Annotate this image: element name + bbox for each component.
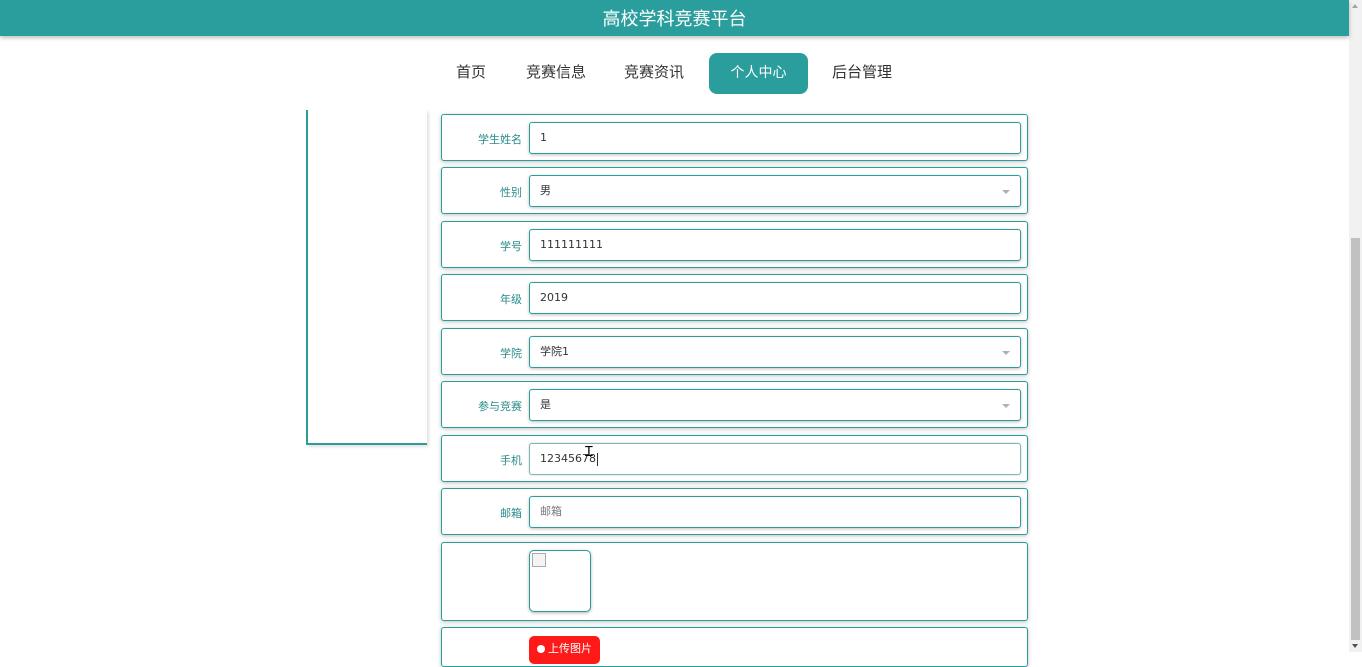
nav-competition-info[interactable]: 竞赛信息 (520, 53, 592, 94)
grade-input[interactable]: 2019 (529, 282, 1021, 314)
grade-label: 年级 (500, 293, 522, 306)
avatar-image[interactable] (529, 550, 591, 612)
vertical-scrollbar[interactable] (1349, 0, 1362, 652)
nav-admin[interactable]: 后台管理 (826, 53, 898, 94)
college-label: 学院 (500, 347, 522, 360)
participate-value: 是 (540, 398, 551, 411)
text-cursor (597, 452, 598, 466)
chevron-down-icon (1002, 404, 1010, 408)
row-email: 邮箱 邮箱 (441, 488, 1028, 535)
student-name-label: 学生姓名 (478, 133, 522, 146)
phone-input[interactable]: 12345678 (529, 443, 1021, 475)
row-image (441, 542, 1028, 621)
student-name-value: 1 (540, 131, 547, 144)
student-id-value: 111111111 (540, 238, 603, 251)
college-select[interactable]: 学院1 (529, 336, 1021, 368)
row-gender: 性别 男 (441, 167, 1028, 214)
app-title: 高校学科竞赛平台 (602, 9, 747, 30)
chevron-down-icon (1002, 190, 1010, 194)
row-upload: 上传图片 (441, 627, 1028, 667)
row-college: 学院 学院1 (441, 328, 1028, 375)
college-value: 学院1 (540, 345, 569, 358)
row-student-id: 学号 111111111 (441, 221, 1028, 268)
scroll-up-icon[interactable] (1352, 4, 1358, 8)
chevron-down-icon (1002, 351, 1010, 355)
nav-competition-news[interactable]: 竞赛资讯 (617, 53, 691, 94)
student-id-input[interactable]: 111111111 (529, 229, 1021, 261)
participate-select[interactable]: 是 (529, 389, 1021, 421)
student-id-label: 学号 (500, 240, 522, 253)
nav-personal-center[interactable]: 个人中心 (709, 53, 808, 94)
phone-label: 手机 (500, 454, 522, 467)
email-placeholder: 邮箱 (540, 505, 562, 518)
top-header: 高校学科竞赛平台 (0, 0, 1349, 36)
scrollbar-thumb[interactable] (1351, 238, 1360, 640)
email-input[interactable]: 邮箱 (529, 496, 1021, 528)
mouse-ibeam-cursor: Ɪ (585, 444, 593, 460)
row-phone: 手机 12345678 (441, 435, 1028, 482)
main-nav: 首页 竞赛信息 竞赛资讯 个人中心 后台管理 (0, 53, 1349, 94)
nav-home[interactable]: 首页 (448, 53, 494, 94)
upload-label: 上传图片 (548, 642, 592, 655)
email-label: 邮箱 (500, 507, 522, 520)
row-student-name: 学生姓名 1 (441, 114, 1028, 161)
scroll-down-icon[interactable] (1352, 644, 1358, 648)
row-participate: 参与竞赛 是 (441, 381, 1028, 428)
row-grade: 年级 2019 (441, 274, 1028, 321)
participate-label: 参与竞赛 (478, 400, 522, 413)
side-menu-panel (306, 110, 427, 445)
student-name-input[interactable]: 1 (529, 122, 1021, 154)
grade-value: 2019 (540, 291, 568, 304)
gender-value: 男 (540, 184, 551, 197)
gender-label: 性别 (500, 186, 522, 199)
gender-select[interactable]: 男 (529, 175, 1021, 207)
upload-image-button[interactable]: 上传图片 (529, 636, 600, 664)
broken-image-icon (532, 553, 546, 567)
